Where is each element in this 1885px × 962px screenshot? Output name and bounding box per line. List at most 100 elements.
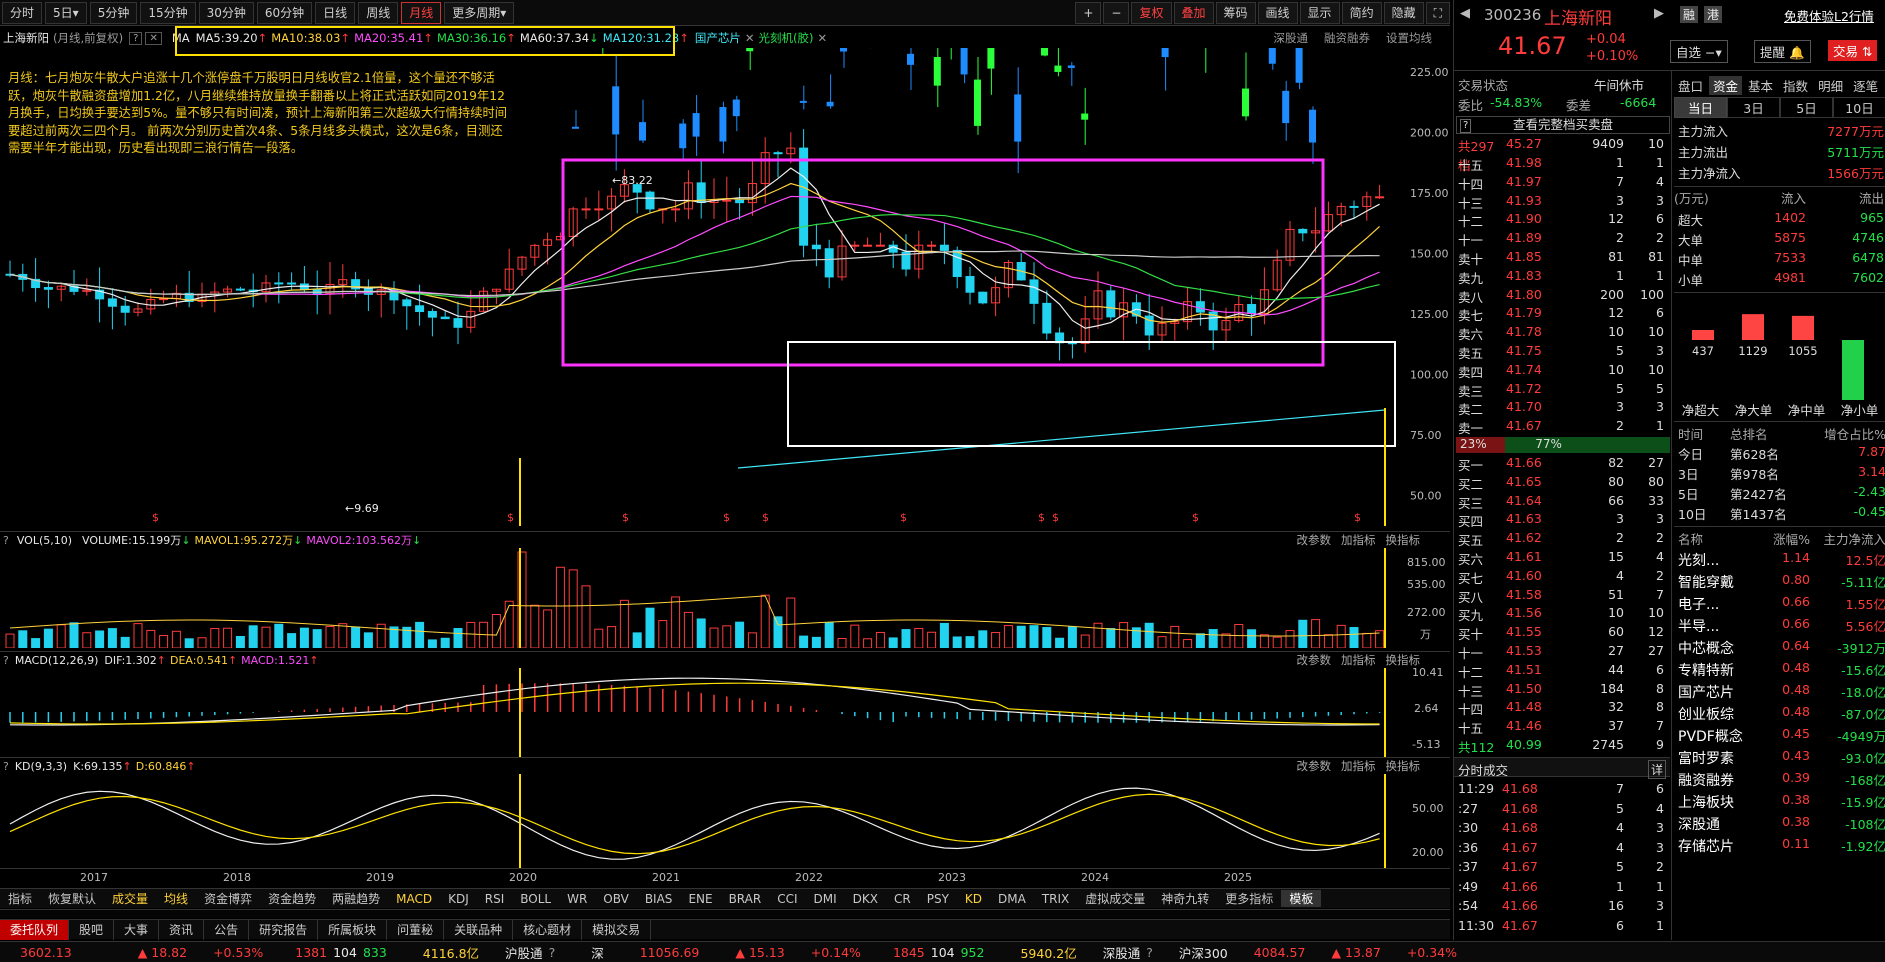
indicator-3[interactable]: 均线: [156, 890, 196, 907]
bottom-tab-9[interactable]: 核心题材: [513, 919, 583, 940]
sector-row[interactable]: 国产芯片 0.48 -18.0亿: [1674, 682, 1885, 701]
indicator-6[interactable]: 两融趋势: [324, 890, 388, 907]
indicator-7[interactable]: MACD: [388, 892, 440, 906]
next-stock-icon[interactable]: ▶: [1654, 6, 1664, 21]
indicator-22[interactable]: DMA: [990, 892, 1034, 906]
indicator-4[interactable]: 资金博弈: [196, 890, 260, 907]
indicator-16[interactable]: CCI: [769, 892, 805, 906]
bottom-tab-2[interactable]: 大事: [114, 919, 160, 940]
prev-stock-icon[interactable]: ◀: [1460, 6, 1470, 21]
indicator-27[interactable]: 模板: [1281, 890, 1322, 907]
draw-line-button[interactable]: 画线: [1257, 1, 1298, 24]
sgt-link[interactable]: 深股通: [1103, 943, 1141, 962]
chips-button[interactable]: 筹码: [1215, 1, 1256, 24]
indicator-24[interactable]: 虚拟成交量: [1077, 890, 1153, 907]
bottom-tab-0[interactable]: 委托队列: [0, 919, 70, 940]
period-tab-4[interactable]: 30分钟: [198, 1, 254, 24]
indicator-0[interactable]: 指标: [0, 890, 40, 907]
link-set-ma[interactable]: 设置均线: [1386, 30, 1432, 46]
sector-row[interactable]: 创业板综 0.48 -87.0亿: [1674, 704, 1885, 723]
bottom-tab-3[interactable]: 资讯: [159, 919, 205, 940]
sh-index[interactable]: 3602.13: [20, 945, 72, 960]
period-tab-8[interactable]: 月线: [401, 1, 442, 24]
alert-button[interactable]: 提醒 🔔: [1754, 40, 1811, 63]
overlay-guochan-chip[interactable]: 国产芯片: [695, 30, 741, 46]
right-tab-5[interactable]: 逐笔: [1849, 76, 1882, 95]
bottom-tab-4[interactable]: 公告: [204, 919, 250, 940]
indicator-11[interactable]: WR: [559, 892, 595, 906]
sector-row[interactable]: 中芯概念 0.64 -3912万: [1674, 638, 1885, 657]
indicator-5[interactable]: 资金趋势: [260, 890, 324, 907]
simple-button[interactable]: 简约: [1341, 1, 1382, 24]
swap-indicator-button[interactable]: 换指标: [1386, 758, 1421, 774]
right-tab-3[interactable]: 指数: [1779, 76, 1812, 95]
close-overlay-icon[interactable]: ✕: [818, 31, 828, 45]
indicator-20[interactable]: PSY: [919, 892, 957, 906]
l2-link[interactable]: 免费体验L2行情: [1784, 6, 1874, 25]
indicator-15[interactable]: BRAR: [721, 892, 770, 906]
indicator-19[interactable]: CR: [886, 892, 919, 906]
trade-button[interactable]: 交易 ⇅: [1828, 40, 1878, 61]
link-margin[interactable]: 融资融券: [1324, 30, 1370, 46]
close-icon[interactable]: ✕: [145, 31, 162, 45]
fullscreen-icon[interactable]: ⛶: [1425, 1, 1450, 24]
bottom-tab-6[interactable]: 所属板块: [318, 919, 388, 940]
indicator-21[interactable]: KD: [957, 892, 990, 906]
volume-chart[interactable]: 815.00 535.00 272.00 万: [0, 548, 1450, 648]
link-shenggutong[interactable]: 深股通: [1274, 30, 1309, 46]
bottom-tab-1[interactable]: 股吧: [69, 919, 115, 940]
add-indicator-button[interactable]: 加指标: [1341, 758, 1376, 774]
period-tab-0[interactable]: 分时: [2, 1, 43, 24]
right-tab-4[interactable]: 明细: [1814, 76, 1847, 95]
add-indicator-button[interactable]: 加指标: [1341, 652, 1376, 668]
indicator-8[interactable]: KDJ: [440, 892, 477, 906]
period-tab-9[interactable]: 更多周期▾: [444, 1, 515, 24]
sector-row[interactable]: 专精特新 0.48 -15.6亿: [1674, 660, 1885, 679]
sector-row[interactable]: PVDF概念 0.45 -4949万: [1674, 726, 1885, 745]
day-tab-0[interactable]: 当日: [1674, 97, 1727, 118]
sector-row[interactable]: 光刻... 1.14 12.5亿: [1674, 550, 1885, 569]
period-tab-2[interactable]: 5分钟: [89, 1, 138, 24]
period-tab-3[interactable]: 15分钟: [140, 1, 196, 24]
day-tab-2[interactable]: 5日: [1780, 97, 1833, 118]
indicator-26[interactable]: 更多指标: [1217, 890, 1281, 907]
indicator-18[interactable]: DKX: [845, 892, 886, 906]
close-overlay-icon[interactable]: ✕: [745, 31, 755, 45]
bottom-tab-8[interactable]: 关联品种: [444, 919, 514, 940]
edit-params-button[interactable]: 改参数: [1297, 758, 1332, 774]
add-button[interactable]: +: [1075, 1, 1102, 24]
swap-indicator-button[interactable]: 换指标: [1386, 532, 1421, 548]
indicator-14[interactable]: ENE: [680, 892, 720, 906]
display-button[interactable]: 显示: [1299, 1, 1340, 24]
indicator-10[interactable]: BOLL: [512, 892, 559, 906]
indicator-2[interactable]: 成交量: [104, 890, 156, 907]
indicator-23[interactable]: TRIX: [1034, 892, 1077, 906]
sector-row[interactable]: 电子... 0.66 1.55亿: [1674, 594, 1885, 613]
detail-button[interactable]: 详: [1647, 760, 1666, 779]
right-tab-1[interactable]: 资金: [1709, 76, 1743, 95]
period-tab-5[interactable]: 60分钟: [256, 1, 313, 24]
horizontal-scrollbar[interactable]: [0, 909, 1450, 918]
edit-params-button[interactable]: 改参数: [1297, 652, 1332, 668]
period-tab-7[interactable]: 周线: [358, 1, 399, 24]
swap-indicator-button[interactable]: 换指标: [1386, 652, 1421, 668]
full-book-button[interactable]: ? 查看完整档买卖盘: [1456, 116, 1670, 134]
hide-button[interactable]: 隐藏: [1383, 1, 1424, 24]
right-tab-2[interactable]: 基本: [1744, 76, 1777, 95]
fuquan-button[interactable]: 复权: [1131, 1, 1172, 24]
macd-chart[interactable]: 10.41 2.64 -5.13: [0, 668, 1450, 758]
edit-params-button[interactable]: 改参数: [1297, 532, 1332, 548]
hgt-link[interactable]: 沪股通: [505, 943, 543, 962]
bottom-tab-7[interactable]: 问董秘: [387, 919, 445, 940]
period-tab-1[interactable]: 5日▾: [45, 1, 87, 24]
kd-chart[interactable]: 50.00 20.00: [0, 774, 1450, 868]
day-tab-3[interactable]: 10日: [1833, 97, 1885, 118]
day-tab-1[interactable]: 3日: [1727, 97, 1780, 118]
indicator-17[interactable]: DMI: [806, 892, 845, 906]
sector-row[interactable]: 深股通 0.38 -108亿: [1674, 814, 1885, 833]
sz-index[interactable]: 11056.69: [640, 945, 700, 960]
indicator-25[interactable]: 神奇九转: [1153, 890, 1217, 907]
sector-row[interactable]: 智能穿戴 0.80 -5.11亿: [1674, 572, 1885, 591]
right-tab-0[interactable]: 盘口: [1674, 76, 1707, 95]
sector-row[interactable]: 半导... 0.66 5.56亿: [1674, 616, 1885, 635]
